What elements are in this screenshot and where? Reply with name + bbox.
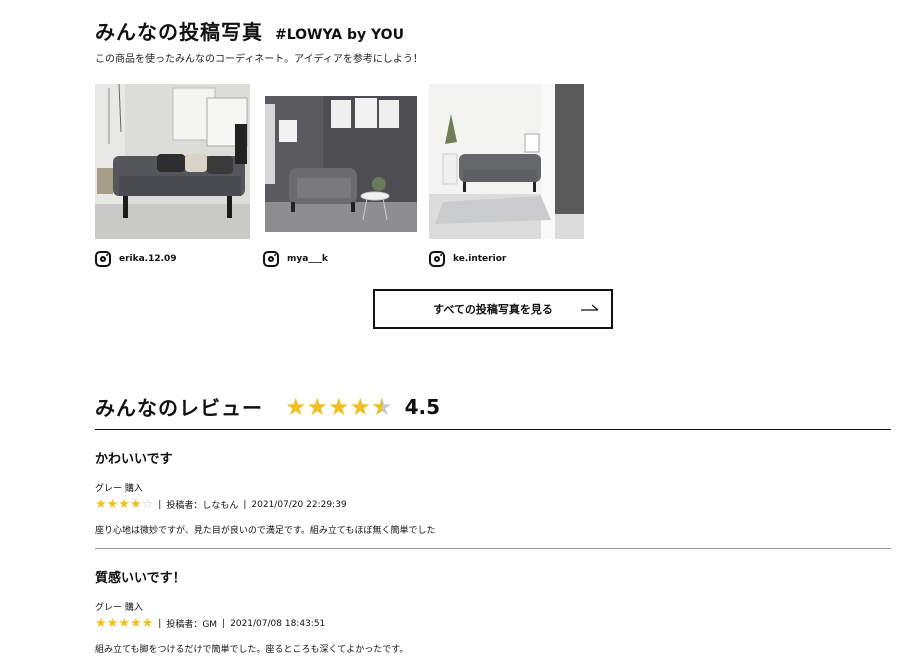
instagram-icon — [95, 251, 111, 267]
review-variant: グレー 購入 — [95, 603, 143, 613]
review-title: 質感いいです！ — [95, 571, 186, 586]
star-icon: ★ — [129, 616, 142, 631]
separator: | — [158, 618, 162, 629]
star-icon: ★ — [349, 392, 372, 421]
review-body: 組み立ても脚をつけるだけで簡単でした。座るところも深くてよかったです。 — [95, 645, 409, 655]
review-rating-stars: ★ ★ ★ ★ ★ — [95, 617, 153, 630]
instagram-icon — [429, 251, 445, 267]
review-item: 質感いいです！ グレー 購入 ★ ★ ★ ★ ★ | 投稿者：GM | 2021… — [95, 567, 891, 655]
posts-title: みんなの投稿写真 — [95, 20, 263, 44]
reviews-header: みんなのレビュー ★ ★ ★ ★ ★ 4.5 — [95, 392, 440, 421]
average-rating-value: 4.5 — [404, 394, 441, 419]
photo-username: mya___k — [287, 254, 328, 264]
photo-user[interactable]: erika.12.09 — [95, 249, 250, 269]
review-body: 座り心地は微妙ですが、見た目が良いので満足です。組み立てもほぼ無く簡単でした — [95, 526, 436, 536]
post-photo[interactable] — [429, 84, 584, 239]
average-rating-stars: ★ ★ ★ ★ ★ — [285, 395, 393, 419]
review-item: かわいいです グレー 購入 ★ ★ ★ ★ ☆ | 投稿者：しなもん | 202… — [95, 448, 891, 536]
separator: | — [158, 499, 162, 510]
star-icon: ★ — [118, 616, 130, 631]
review-divider — [95, 548, 891, 549]
review-meta: ★ ★ ★ ★ ★ | 投稿者：GM | 2021/07/08 18:43:51 — [95, 617, 891, 630]
posts-header: みんなの投稿写真 #LOWYA by YOU — [95, 16, 404, 45]
star-icon: ★ — [106, 616, 119, 631]
view-all-photos-label: すべての投稿写真を見る — [433, 303, 553, 316]
separator: | — [222, 618, 226, 629]
review-variant: グレー 購入 — [95, 484, 143, 494]
posts-hashtag: #LOWYA by YOU — [275, 27, 404, 43]
review-date: 2021/07/08 18:43:51 — [230, 618, 326, 629]
star-icon: ★ — [306, 392, 329, 421]
star-icon: ★ — [118, 497, 130, 512]
post-photo[interactable] — [95, 84, 250, 239]
post-photo[interactable] — [263, 84, 418, 239]
photo-user[interactable]: ke.interior — [429, 249, 584, 269]
star-icon: ★ — [106, 497, 119, 512]
arrow-right-icon — [581, 304, 599, 311]
photo-card[interactable]: ke.interior — [429, 84, 584, 269]
star-icon: ★ — [129, 497, 142, 512]
photo-username: ke.interior — [453, 254, 507, 264]
star-icon: ★ — [285, 392, 307, 421]
photo-card[interactable]: mya___k — [263, 84, 418, 269]
review-author: 投稿者：GM — [166, 620, 218, 630]
star-icon: ★ — [95, 616, 107, 631]
empty-star-icon: ☆ — [141, 497, 154, 512]
separator: | — [243, 499, 247, 510]
review-meta: ★ ★ ★ ★ ☆ | 投稿者：しなもん | 2021/07/20 22:29:… — [95, 498, 891, 511]
photo-card[interactable]: erika.12.09 — [95, 84, 250, 269]
review-author: 投稿者：しなもん — [166, 501, 239, 511]
reviews-divider — [95, 429, 891, 430]
photo-username: erika.12.09 — [119, 254, 177, 264]
view-all-photos-button[interactable]: すべての投稿写真を見る — [373, 289, 613, 329]
page: みんなの投稿写真 #LOWYA by YOU この商品を使ったみんなのコーディネ… — [0, 0, 923, 666]
star-icon: ★ — [328, 392, 350, 421]
half-star-icon: ★ — [371, 395, 393, 419]
review-date: 2021/07/20 22:29:39 — [251, 499, 347, 510]
photo-user[interactable]: mya___k — [263, 249, 418, 269]
reviews-title: みんなのレビュー — [95, 396, 263, 420]
review-rating-stars: ★ ★ ★ ★ ☆ — [95, 498, 153, 511]
review-title: かわいいです — [95, 452, 173, 467]
posts-description: この商品を使ったみんなのコーディネート。アイディアを参考にしよう！ — [95, 54, 423, 65]
star-icon: ★ — [95, 497, 107, 512]
star-icon: ★ — [141, 616, 154, 631]
instagram-icon — [263, 251, 279, 267]
